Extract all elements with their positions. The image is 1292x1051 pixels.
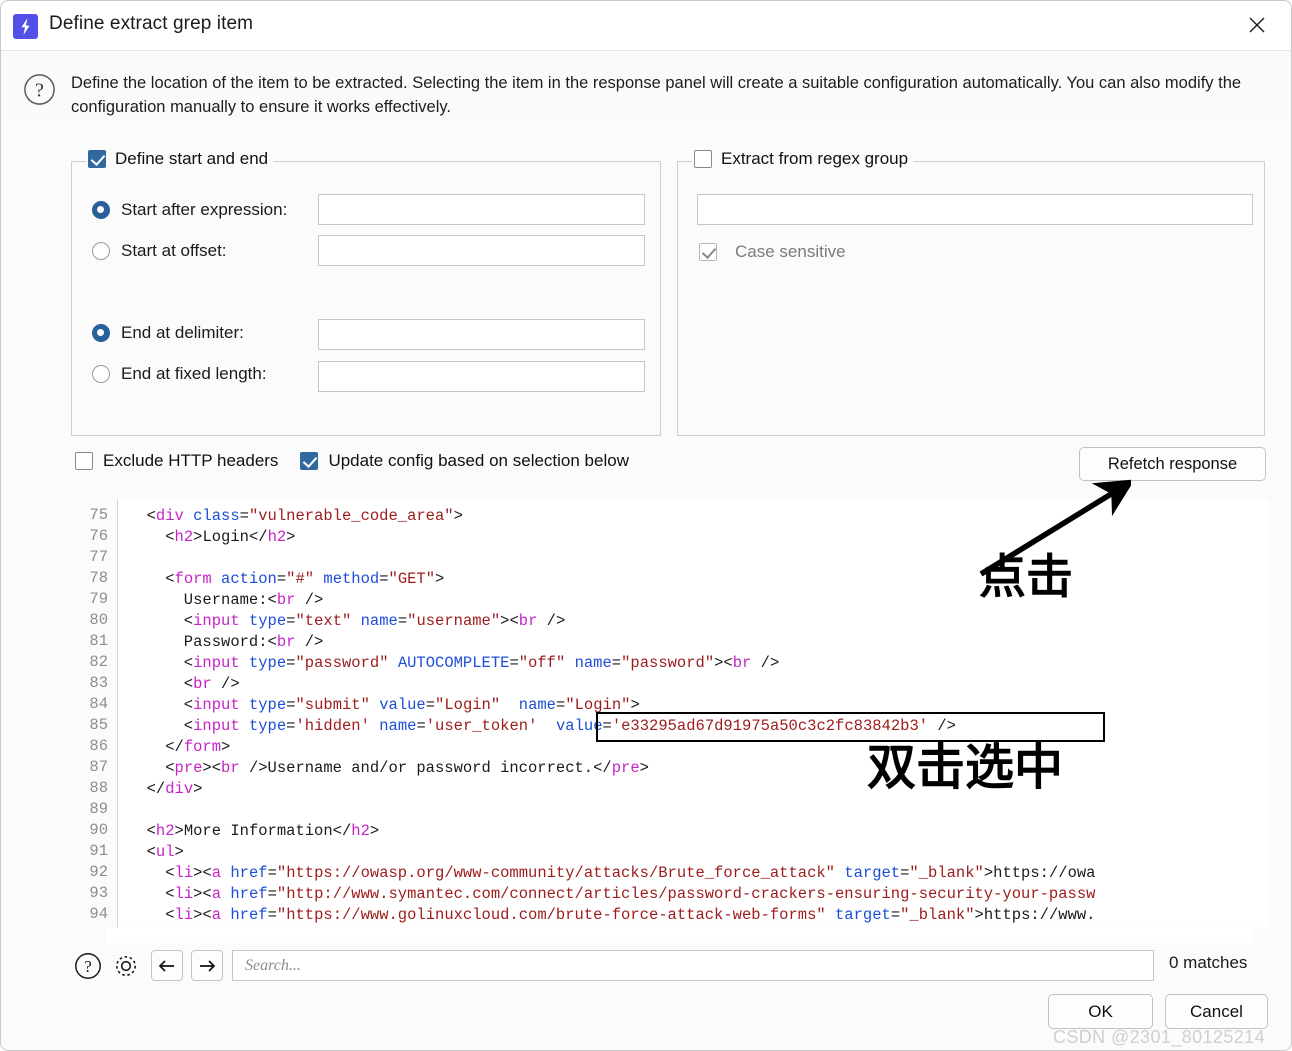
- input-start-after-expression[interactable]: [318, 194, 645, 225]
- close-icon[interactable]: [1229, 1, 1285, 49]
- option-end-at-fixed-length[interactable]: End at fixed length:: [92, 364, 267, 384]
- search-input[interactable]: Search...: [232, 950, 1154, 981]
- question-mark-icon: ?: [23, 73, 56, 106]
- svg-text:?: ?: [35, 80, 44, 102]
- lightning-bolt-icon: [13, 14, 38, 39]
- code-line[interactable]: <li><a href="https://owasp.org/www-commu…: [128, 863, 1095, 884]
- code-line[interactable]: <input type="password" AUTOCOMPLETE="off…: [128, 653, 779, 674]
- input-end-at-delimiter[interactable]: [318, 319, 645, 350]
- annotation-click-text: 点击: [979, 550, 1073, 605]
- line-number: 94: [89, 905, 108, 923]
- code-line[interactable]: <form action="#" method="GET">: [128, 569, 444, 590]
- code-line[interactable]: </form>: [128, 737, 230, 758]
- label-end-at-fixed-length: End at fixed length:: [121, 364, 267, 383]
- define-start-end-checkbox[interactable]: [88, 150, 106, 168]
- line-number: 92: [89, 863, 108, 881]
- code-line[interactable]: Password:<br />: [128, 632, 324, 653]
- line-number: 93: [89, 884, 108, 902]
- input-regex-pattern[interactable]: [697, 194, 1253, 225]
- code-line[interactable]: </div>: [128, 779, 203, 800]
- vertical-scrollbar[interactable]: [1253, 499, 1269, 927]
- label-start-at-offset: Start at offset:: [121, 241, 227, 260]
- code-line[interactable]: <h2>More Information</h2>: [128, 821, 380, 842]
- code-line[interactable]: <input type="text" name="username"><br /…: [128, 611, 565, 632]
- code-line[interactable]: <ul>: [128, 842, 184, 863]
- radio-end-at-delimiter[interactable]: [92, 324, 110, 342]
- gear-icon[interactable]: [111, 951, 141, 981]
- exclude-http-headers-option[interactable]: Exclude HTTP headers: [75, 451, 278, 471]
- code-line[interactable]: <h2>Login</h2>: [128, 527, 295, 548]
- case-sensitive-label: Case sensitive: [735, 242, 846, 261]
- code-line[interactable]: <li><a href="http://www.symantec.com/con…: [128, 884, 1095, 905]
- option-start-at-offset[interactable]: Start at offset:: [92, 241, 227, 261]
- update-config-checkbox[interactable]: [300, 452, 319, 470]
- update-config-option[interactable]: Update config based on selection below: [300, 451, 629, 471]
- horizontal-scrollbar[interactable]: [106, 928, 1253, 943]
- line-number: 88: [89, 779, 108, 797]
- line-number: 78: [89, 569, 108, 587]
- option-start-after-expression[interactable]: Start after expression:: [92, 200, 287, 220]
- case-sensitive-checkbox: [699, 243, 717, 261]
- radio-start-at-offset[interactable]: [92, 242, 110, 260]
- input-end-at-fixed-length[interactable]: [318, 361, 645, 392]
- line-number: 90: [89, 821, 108, 839]
- line-number: 89: [89, 800, 108, 818]
- line-number-gutter: 75 76 77 78 79 80 81 82 83 84 85 86 87 88 89 90 91 92 93 94: [71, 499, 118, 927]
- radio-start-after-expression[interactable]: [92, 201, 110, 219]
- extract-regex-group: Extract from regex group Case sensitive: [677, 149, 1265, 436]
- option-end-at-delimiter[interactable]: End at delimiter:: [92, 323, 244, 343]
- define-start-end-group: Define start and end Start after express…: [71, 149, 661, 436]
- label-end-at-delimiter: End at delimiter:: [121, 323, 244, 342]
- line-number: 77: [89, 548, 108, 566]
- code-line[interactable]: <br />: [128, 674, 240, 695]
- case-sensitive-option: Case sensitive: [699, 242, 846, 262]
- title-bar: Define extract grep item: [1, 1, 1291, 51]
- description-banner: ? Define the location of the item to be …: [1, 52, 1291, 124]
- code-line[interactable]: <li><a href="https://www.golinuxcloud.co…: [128, 905, 1095, 926]
- input-start-at-offset[interactable]: [318, 235, 645, 266]
- code-line[interactable]: <div class="vulnerable_code_area">: [128, 506, 463, 527]
- update-config-label: Update config based on selection below: [328, 451, 629, 470]
- watermark-text: CSDN @2301_80125214: [1052, 1027, 1265, 1047]
- svg-text:?: ?: [84, 957, 92, 976]
- extract-regex-label: Extract from regex group: [721, 149, 909, 168]
- arrow-right-icon[interactable]: [191, 950, 223, 981]
- label-start-after-expression: Start after expression:: [121, 200, 288, 219]
- code-line[interactable]: <input type="submit" value="Login" name=…: [128, 695, 640, 716]
- extract-regex-legend[interactable]: Extract from regex group: [692, 149, 914, 169]
- code-line[interactable]: <input type='hidden' name='user_token' v…: [128, 716, 956, 737]
- extract-regex-checkbox[interactable]: [694, 150, 712, 168]
- code-line[interactable]: <pre><br />Username and/or password inco…: [128, 758, 649, 779]
- line-number: 86: [89, 737, 108, 755]
- cancel-button[interactable]: Cancel: [1165, 994, 1268, 1029]
- define-start-end-label: Define start and end: [115, 149, 269, 168]
- line-number: 76: [89, 527, 108, 545]
- line-number: 82: [89, 653, 108, 671]
- match-count-label: 0 matches: [1169, 953, 1248, 972]
- radio-end-at-fixed-length[interactable]: [92, 365, 110, 383]
- options-row: Exclude HTTP headers Update config based…: [75, 451, 629, 471]
- question-mark-icon[interactable]: ?: [73, 951, 103, 981]
- ok-button[interactable]: OK: [1048, 994, 1153, 1029]
- exclude-http-headers-checkbox[interactable]: [75, 452, 93, 470]
- line-number: 85: [89, 716, 108, 734]
- line-number: 75: [89, 506, 108, 524]
- exclude-http-headers-label: Exclude HTTP headers: [103, 451, 279, 470]
- response-code-viewer[interactable]: 75 76 77 78 79 80 81 82 83 84 85 86 87 88 89 90 91 92 93 94…: [71, 499, 1267, 927]
- refetch-response-button[interactable]: Refetch response: [1079, 447, 1266, 481]
- line-number: 81: [89, 632, 108, 650]
- line-number: 83: [89, 674, 108, 692]
- line-number: 87: [89, 758, 108, 776]
- description-text: Define the location of the item to be ex…: [71, 74, 1242, 116]
- window-title: Define extract grep item: [49, 13, 254, 34]
- line-number: 79: [89, 590, 108, 608]
- define-start-end-legend[interactable]: Define start and end: [86, 149, 274, 169]
- annotation-double-click-text: 双击选中: [867, 739, 1064, 796]
- code-line[interactable]: Username:<br />: [128, 590, 324, 611]
- dialog-window: Define extract grep item ? Define the lo…: [0, 0, 1292, 1051]
- arrow-left-icon[interactable]: [151, 950, 183, 981]
- line-number: 84: [89, 695, 108, 713]
- line-number: 91: [89, 842, 108, 860]
- line-number: 80: [89, 611, 108, 629]
